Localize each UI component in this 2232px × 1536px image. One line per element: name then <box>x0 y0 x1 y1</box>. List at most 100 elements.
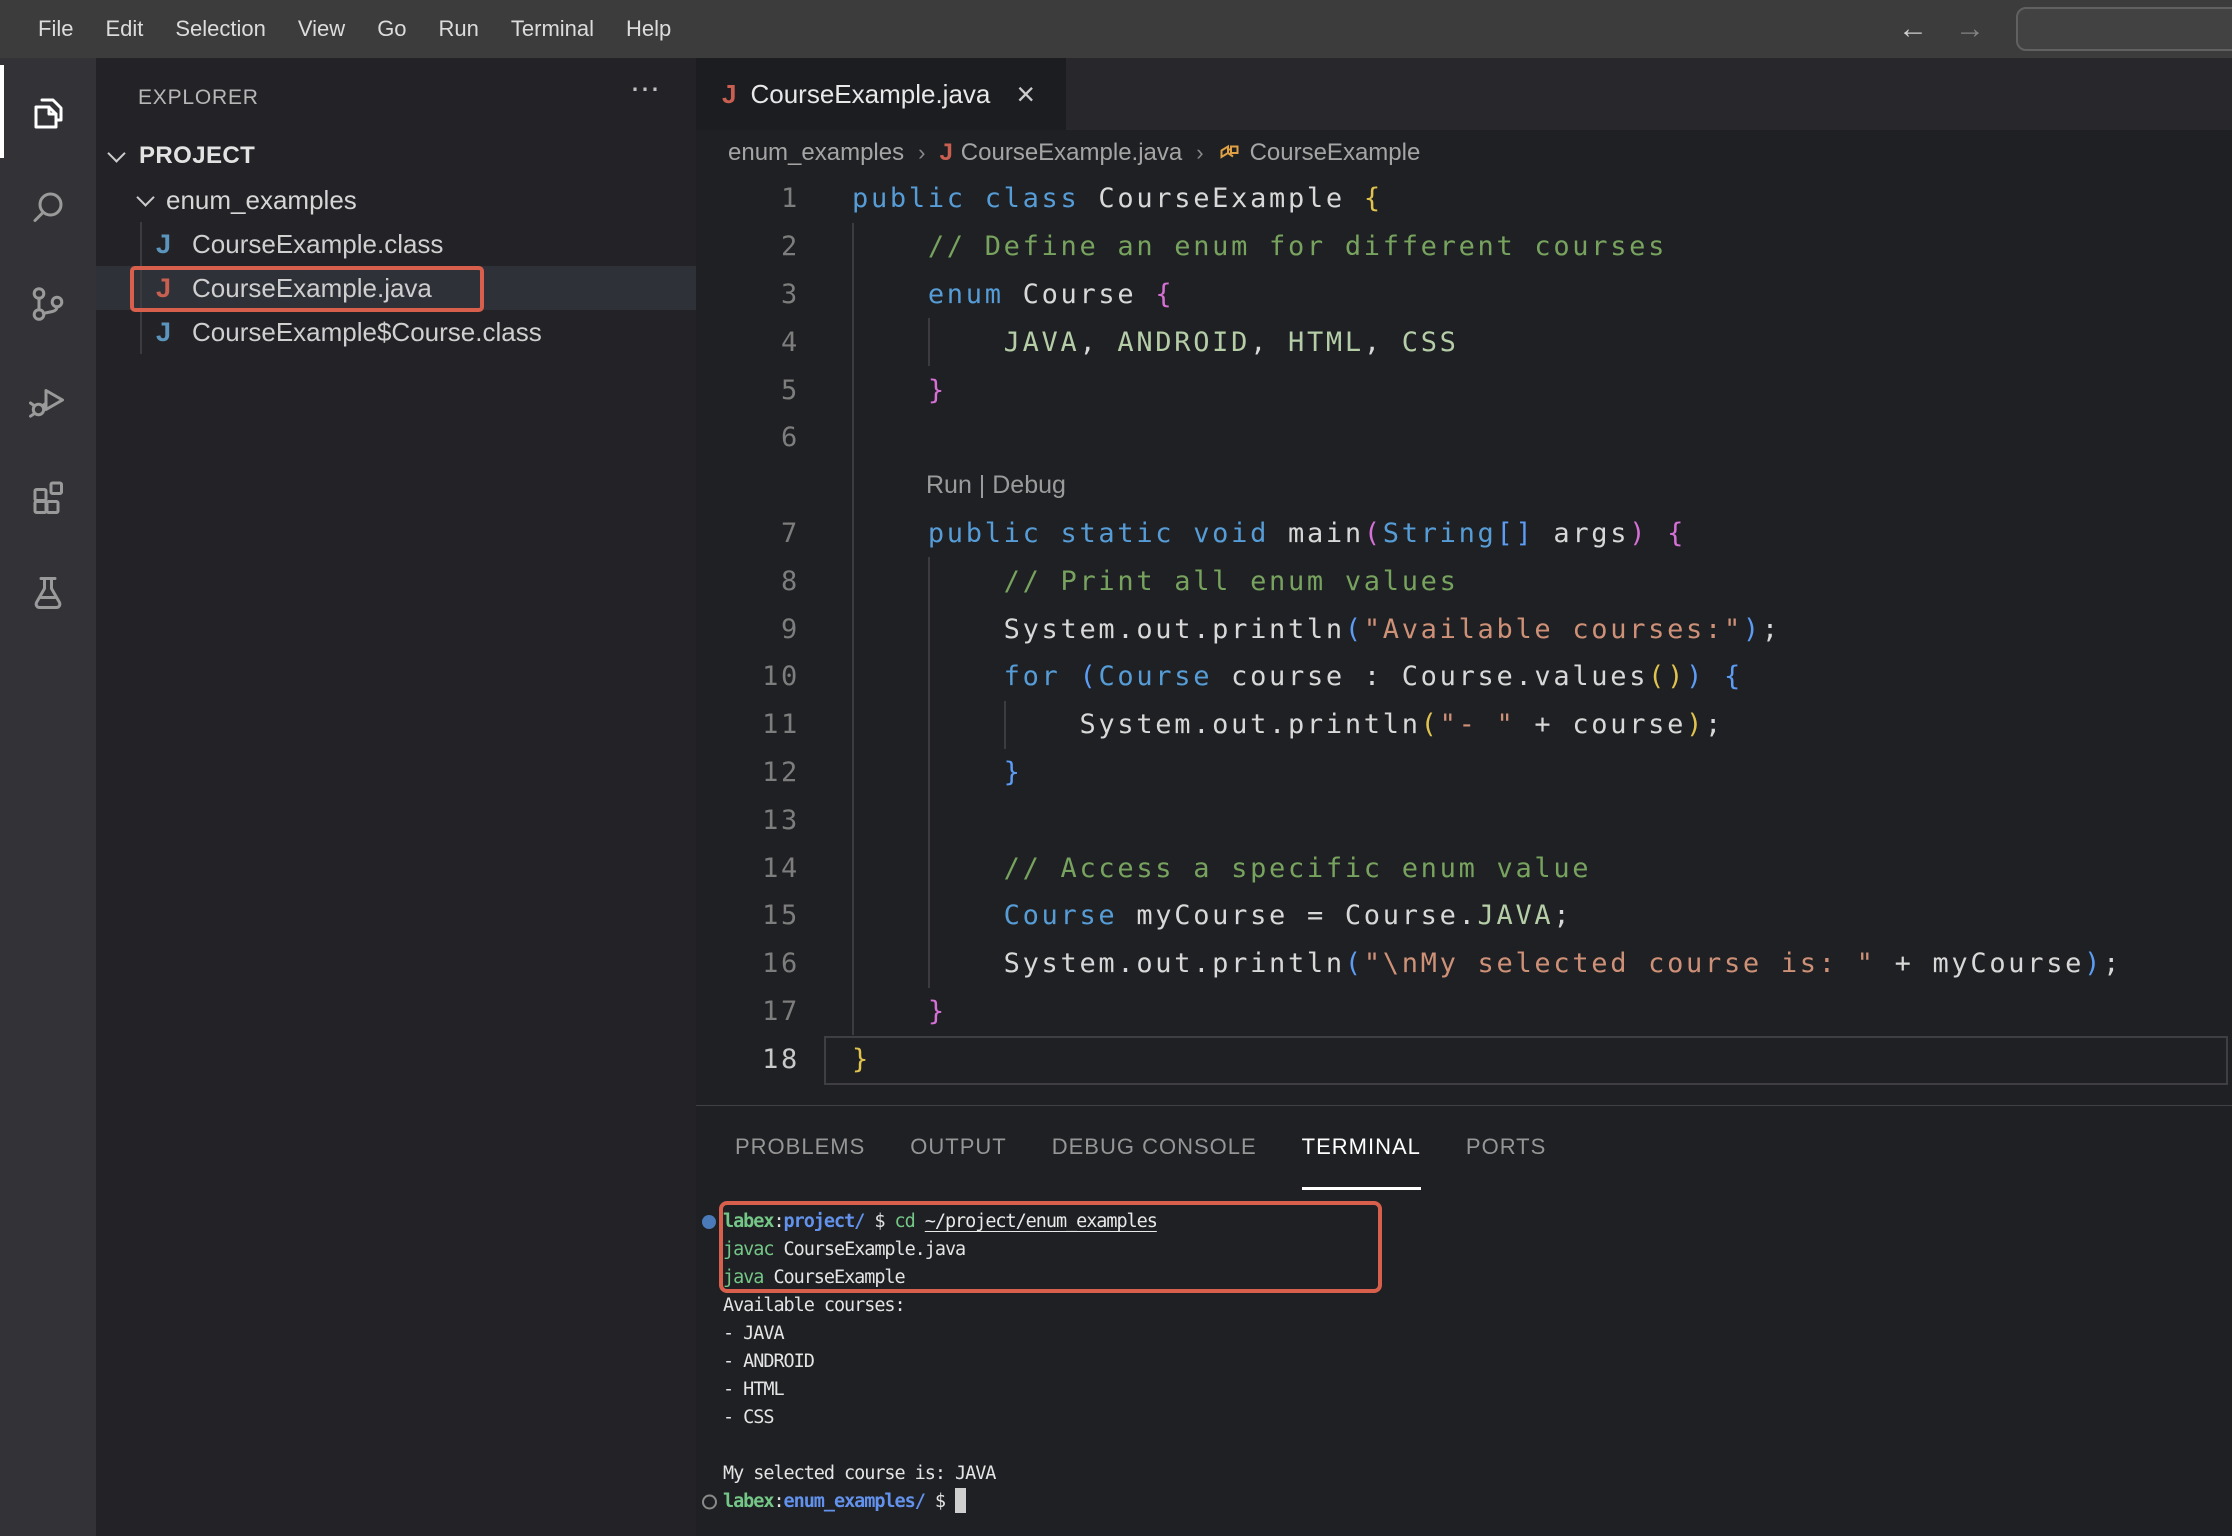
run-debug-icon[interactable] <box>0 352 96 448</box>
source-control-icon[interactable] <box>0 256 96 352</box>
code-text: Course myCourse = Course.JAVA; <box>800 900 1572 931</box>
sidebar-section-project[interactable]: PROJECT <box>96 134 696 178</box>
panel-tab-debug-console[interactable]: DEBUG CONSOLE <box>1052 1107 1257 1190</box>
command-decoration-icon <box>702 1495 717 1510</box>
code-text: } <box>800 1044 871 1075</box>
code-text: for (Course course : Course.values()) { <box>800 661 1743 692</box>
code-line-17: 17 } <box>696 988 2232 1036</box>
code-text: public class CourseExample { <box>800 183 1383 214</box>
tree-item-courseexample-class[interactable]: JCourseExample.class <box>96 222 696 266</box>
terminal[interactable]: labex:project/ $ cd ~/project/enum_examp… <box>696 1190 2232 1536</box>
files-icon[interactable] <box>0 64 96 160</box>
code-editor[interactable]: 1public class CourseExample { 2 // Define… <box>696 175 2232 1105</box>
code-line-4: 4 JAVA, ANDROID, HTML, CSS <box>696 318 2232 366</box>
breadcrumb-label: enum_examples <box>728 139 904 167</box>
menu-item-file[interactable]: File <box>22 16 89 42</box>
code-text: } <box>800 757 1023 788</box>
tab-label: CourseExample.java <box>750 79 990 110</box>
terminal-line: labex:enum_examples/ $ <box>696 1488 2232 1516</box>
breadcrumb-item-enum-examples[interactable]: enum_examples <box>728 139 904 167</box>
code-text: // Print all enum values <box>800 566 1459 597</box>
code-text: System.out.println("\nMy selected course… <box>800 948 2122 979</box>
line-number: 13 <box>696 805 800 836</box>
code-line-3: 3 enum Course { <box>696 271 2232 319</box>
code-line-10: 10 for (Course course : Course.values())… <box>696 653 2232 701</box>
line-number: 5 <box>696 375 800 406</box>
code-line-12: 12 } <box>696 749 2232 797</box>
terminal-line: javac CourseExample.java <box>696 1236 2232 1264</box>
menu-items: FileEditSelectionViewGoRunTerminalHelp <box>22 0 687 58</box>
code-line-15: 15 Course myCourse = Course.JAVA; <box>696 892 2232 940</box>
section-label: PROJECT <box>139 142 255 170</box>
extensions-icon[interactable] <box>0 448 96 544</box>
line-number: 11 <box>696 709 800 740</box>
line-number: 1 <box>696 183 800 214</box>
menu-item-go[interactable]: Go <box>361 16 422 42</box>
line-number: 7 <box>696 518 800 549</box>
code-line-7: 7 public static void main(String[] args)… <box>696 510 2232 558</box>
line-number: 18 <box>696 1044 800 1075</box>
file-label: CourseExample$Course.class <box>192 317 542 348</box>
line-number: 15 <box>696 900 800 931</box>
code-text: JAVA, ANDROID, HTML, CSS <box>800 327 1459 358</box>
breadcrumb-label: CourseExample.java <box>961 139 1182 167</box>
breadcrumb-item-courseexample-java[interactable]: JCourseExample.java <box>939 139 1182 167</box>
chevron-down-icon <box>136 188 154 206</box>
menu-item-selection[interactable]: Selection <box>159 16 282 42</box>
command-decoration-icon <box>702 1215 716 1229</box>
code-text: } <box>800 375 947 406</box>
menu-item-edit[interactable]: Edit <box>89 16 159 42</box>
code-text: enum Course { <box>800 279 1174 310</box>
panel-tab-ports[interactable]: PORTS <box>1466 1107 1546 1190</box>
tree-indent-guide <box>140 222 142 354</box>
terminal-line: - ANDROID <box>696 1348 2232 1376</box>
terminal-line <box>696 1432 2232 1460</box>
forward-arrow[interactable]: → <box>1955 0 1985 58</box>
line-number: 10 <box>696 661 800 692</box>
line-number: 6 <box>696 422 800 453</box>
panel-tab-bar: PROBLEMS OUTPUT DEBUG CONSOLE TERMINAL PORTS <box>696 1105 2232 1191</box>
code-text: } <box>800 996 947 1027</box>
code-line-5: 5 } <box>696 366 2232 414</box>
search-icon[interactable] <box>0 160 96 256</box>
tree-item-courseexample-course-class[interactable]: JCourseExample$Course.class <box>96 310 696 354</box>
back-arrow[interactable]: ← <box>1898 0 1928 58</box>
terminal-line: Available courses: <box>696 1292 2232 1320</box>
line-number: 3 <box>696 279 800 310</box>
terminal-line: java CourseExample <box>696 1264 2232 1292</box>
code-line-2: 2 // Define an enum for different course… <box>696 223 2232 271</box>
line-number: 2 <box>696 231 800 262</box>
panel-tab-output[interactable]: OUTPUT <box>910 1107 1006 1190</box>
file-label: CourseExample.java <box>192 273 432 304</box>
tree-item-enum-examples[interactable]: enum_examples <box>96 178 696 222</box>
vscode-window: FileEditSelectionViewGoRunTerminalHelp ←… <box>0 0 2232 1536</box>
menu-item-run[interactable]: Run <box>423 16 495 42</box>
explorer-sidebar: EXPLORER ⋯ PROJECT enum_examplesJCourseE… <box>96 58 696 1536</box>
close-icon[interactable]: × <box>1016 78 1035 110</box>
menu-bar: FileEditSelectionViewGoRunTerminalHelp ←… <box>0 0 2232 58</box>
code-line-16: 16 System.out.println("\nMy selected cou… <box>696 940 2232 988</box>
menu-item-terminal[interactable]: Terminal <box>495 16 610 42</box>
tab-courseexample-java[interactable]: J CourseExample.java × <box>696 58 1066 130</box>
terminal-cursor <box>955 1488 966 1513</box>
terminal-line: My selected course is: JAVA <box>696 1460 2232 1488</box>
breadcrumb-label: CourseExample <box>1250 139 1421 167</box>
tree-item-courseexample-java[interactable]: JCourseExample.java <box>96 266 696 310</box>
codelens-run-debug[interactable]: Run | Debug <box>696 462 2232 510</box>
class-symbol-icon <box>1218 141 1250 165</box>
menu-item-view[interactable]: View <box>282 16 361 42</box>
code-line-11: 11 System.out.println("- " + course); <box>696 701 2232 749</box>
panel-tab-terminal[interactable]: TERMINAL <box>1302 1107 1421 1190</box>
terminal-line: - CSS <box>696 1404 2232 1432</box>
editor-tab-strip: J CourseExample.java × <box>696 58 2232 130</box>
more-actions-icon[interactable]: ⋯ <box>630 72 660 107</box>
line-number: 9 <box>696 614 800 645</box>
command-center-searchbox[interactable] <box>2016 7 2232 51</box>
panel-tab-problems[interactable]: PROBLEMS <box>735 1107 865 1190</box>
code-line-18: 18} <box>696 1035 2232 1083</box>
testing-icon[interactable] <box>0 544 96 640</box>
breadcrumb-item-courseexample[interactable]: CourseExample <box>1218 139 1421 167</box>
menu-item-help[interactable]: Help <box>610 16 687 42</box>
code-line-9: 9 System.out.println("Available courses:… <box>696 605 2232 653</box>
breadcrumb: enum_examples›JCourseExample.java›Course… <box>696 130 2232 175</box>
